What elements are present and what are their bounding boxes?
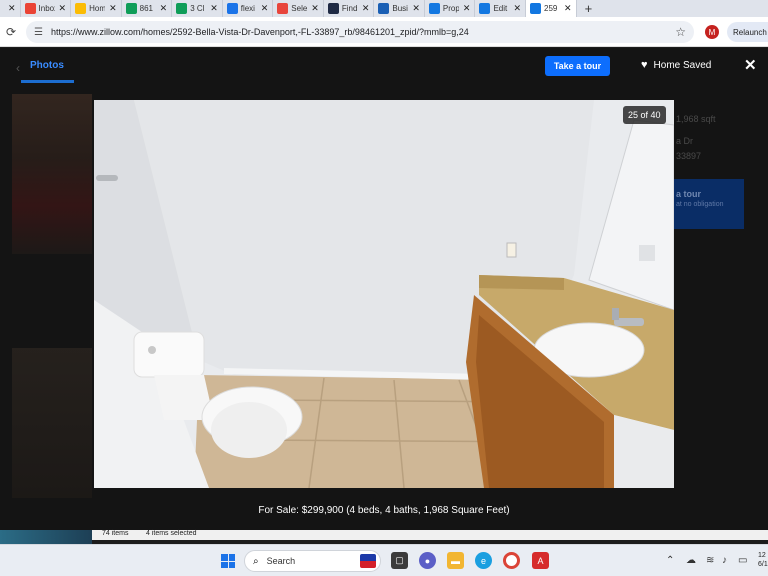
close-tab-icon[interactable]: ✕	[160, 3, 168, 14]
close-tab-icon[interactable]: ✕	[59, 3, 67, 14]
battery-icon[interactable]: ▭	[738, 555, 747, 566]
tab-strip: ✕Inbox✕Hom✕861✕3 Cl✕flexi✕Sele✕Find✕Busi…	[0, 0, 768, 17]
explorer-item-count: 74 items	[102, 530, 129, 537]
gmail-icon	[24, 3, 36, 14]
zillow-icon	[530, 3, 542, 14]
close-tab-icon[interactable]: ✕	[109, 3, 117, 14]
listing-photo[interactable]	[94, 100, 674, 488]
edge-browser-icon[interactable]: e	[475, 552, 492, 569]
close-tab-icon[interactable]: ✕	[513, 3, 521, 14]
close-tab-icon[interactable]: ✕	[463, 3, 471, 14]
browser-tab-title: Hom	[89, 4, 106, 13]
diamond-icon	[277, 3, 289, 14]
browser-tab-title: Edit	[493, 4, 508, 13]
browser-tab-title: Sele	[291, 4, 308, 13]
explorer-thumbnail	[0, 530, 92, 544]
sheets-icon	[176, 3, 188, 14]
close-tab-icon[interactable]: ✕	[8, 3, 16, 14]
browser-tab-title: flexi	[240, 4, 255, 13]
teams-chat-icon[interactable]: ●	[419, 552, 436, 569]
close-tab-icon[interactable]: ✕	[261, 3, 269, 14]
browser-tab-title: Find	[341, 4, 358, 13]
active-tab-underline	[21, 80, 74, 83]
chrome-browser-icon[interactable]	[503, 552, 520, 569]
sheets-icon	[125, 3, 137, 14]
taskbar: ⌕ Search ▢ ● ▬ e A ⌃ ☁ ≋ ♪ ▭ 12 6/1	[0, 544, 768, 576]
take-a-tour-button[interactable]: Take a tour	[545, 56, 610, 76]
background-photo	[12, 348, 92, 498]
browser-tab[interactable]: 259 ✕	[526, 0, 577, 17]
close-icon[interactable]: ✕	[744, 56, 757, 74]
relaunch-button[interactable]: Relaunch t	[727, 22, 768, 42]
browser-tab[interactable]: 3 Cl ✕	[172, 0, 223, 17]
windows-start-icon[interactable]	[221, 554, 235, 568]
crest-icon	[327, 3, 339, 14]
close-tab-icon[interactable]: ✕	[210, 3, 218, 14]
background-tour-label: a tour	[676, 189, 702, 199]
browser-tab[interactable]: flexi ✕	[223, 0, 274, 17]
new-tab-button[interactable]: +	[577, 1, 601, 16]
browser-tab-title: 259	[544, 4, 558, 13]
site-info-icon[interactable]: ☰	[34, 27, 43, 38]
browser-tab[interactable]: 861 ✕	[122, 0, 173, 17]
taskbar-search[interactable]: ⌕ Search	[244, 550, 381, 572]
browser-tab-title: Busi	[392, 4, 408, 13]
close-tab-icon[interactable]: ✕	[412, 3, 420, 14]
background-zip: 33897	[676, 151, 702, 161]
profile-avatar[interactable]: M	[705, 25, 719, 39]
pdf-app-icon[interactable]: A	[532, 552, 549, 569]
bathroom-image	[94, 100, 674, 488]
file-explorer-icon[interactable]: ▬	[447, 552, 464, 569]
chevron-up-icon[interactable]: ⌃	[666, 555, 674, 566]
search-icon: ⌕	[253, 555, 259, 567]
drive-icon	[75, 3, 87, 14]
browser-tab[interactable]: Busi ✕	[374, 0, 425, 17]
omnibox[interactable]: ☰ https://www.zillow.com/homes/2592-Bell…	[26, 21, 694, 43]
chase-icon	[378, 3, 390, 14]
home-saved-label: Home Saved	[653, 59, 712, 71]
search-highlight-icon	[360, 554, 376, 568]
browser-tab-title: Prop	[442, 4, 459, 13]
volume-icon[interactable]: ♪	[722, 555, 727, 566]
background-tour-sub: at no obligation	[676, 201, 724, 208]
browser-tab[interactable]: ✕	[0, 0, 21, 17]
url-text[interactable]: https://www.zillow.com/homes/2592-Bella-…	[51, 27, 469, 37]
wifi-icon[interactable]: ≋	[706, 555, 714, 566]
browser-tab[interactable]: Find ✕	[324, 0, 375, 17]
back-chevron-icon[interactable]: ‹	[16, 61, 20, 75]
close-tab-icon[interactable]: ✕	[362, 3, 370, 14]
background-address: a Dr	[676, 136, 694, 146]
photo-viewer-header: ‹ Photos Take a tour ♥ Home Saved ✕	[0, 48, 768, 84]
circle-icon	[226, 3, 238, 14]
browser-tab[interactable]: Hom ✕	[71, 0, 122, 17]
clock[interactable]: 12 6/1	[758, 551, 768, 569]
task-view-icon[interactable]: ▢	[391, 552, 408, 569]
background-photo	[12, 94, 92, 254]
browser-tab[interactable]: Prop ✕	[425, 0, 476, 17]
photo-counter-badge: 25 of 40	[623, 106, 666, 124]
explorer-status-bar: 74 items 4 items selected	[0, 530, 768, 544]
heart-icon: ♥	[641, 59, 648, 71]
browser-tab[interactable]: Sele ✕	[273, 0, 324, 17]
home-saved-button[interactable]: ♥ Home Saved	[641, 59, 711, 71]
taskbar-search-label: Search	[266, 556, 296, 566]
browser-tab-title: Inbox	[38, 4, 55, 13]
tab-photos[interactable]: Photos	[30, 60, 64, 71]
close-tab-icon[interactable]: ✕	[311, 3, 319, 14]
zillow-icon	[428, 3, 440, 14]
browser-tab-title: 3 Cl	[190, 4, 205, 13]
browser-tab-title: 861	[139, 4, 153, 13]
zillow-icon	[479, 3, 491, 14]
network-status-icon[interactable]: ☁	[686, 555, 696, 566]
bookmark-star-icon[interactable]: ☆	[675, 25, 686, 39]
background-sqft: 1,968 sqft	[676, 114, 716, 124]
listing-caption: For Sale: $299,900 (4 beds, 4 baths, 1,9…	[258, 505, 510, 516]
reload-icon[interactable]: ⟳	[2, 25, 20, 39]
browser-tab[interactable]: Edit ✕	[475, 0, 527, 17]
close-tab-icon[interactable]: ✕	[564, 3, 572, 14]
explorer-selected-count: 4 items selected	[146, 530, 197, 537]
browser-tab[interactable]: Inbox ✕	[21, 0, 72, 17]
address-bar: ⟳ ☰ https://www.zillow.com/homes/2592-Be…	[0, 17, 768, 47]
